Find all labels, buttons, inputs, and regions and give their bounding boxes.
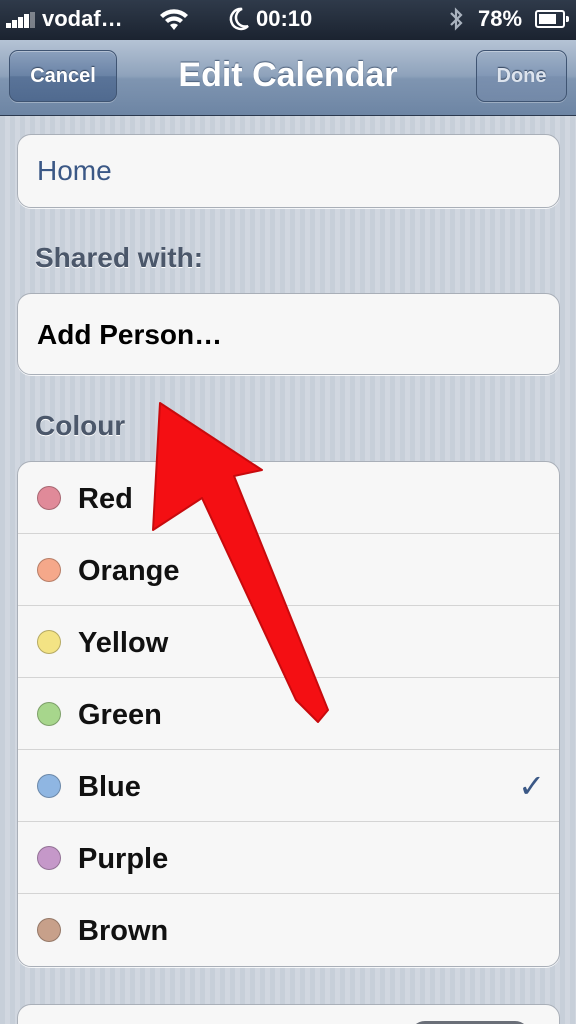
add-person-label: Add Person… (37, 319, 223, 350)
colour-swatch (37, 702, 61, 726)
calendar-name-value: Home (37, 155, 112, 186)
colour-swatch (37, 630, 61, 654)
done-button[interactable]: Done (476, 50, 567, 102)
status-bar: vodaf… 00:10 78% (0, 0, 576, 40)
colour-label: Brown (78, 915, 169, 947)
colour-label: Purple (78, 843, 169, 875)
colour-swatch (37, 846, 61, 870)
colour-option-green[interactable]: Green (18, 678, 559, 750)
signal-icon (6, 12, 36, 28)
next-setting-row[interactable] (17, 1004, 560, 1024)
colour-swatch (37, 558, 61, 582)
navigation-bar: Cancel Edit Calendar Done (0, 40, 576, 116)
checkmark-icon: ✓ (518, 768, 545, 804)
calendar-name-field[interactable]: Home (17, 134, 560, 208)
battery-percentage: 78% (478, 6, 523, 31)
battery-icon (535, 10, 569, 28)
wifi-icon (158, 6, 190, 38)
colour-list: Red Orange Yellow Green Blue ✓ Purple Br… (17, 461, 560, 967)
carrier-name: vodaf… (42, 6, 123, 31)
colour-label: Blue (78, 771, 141, 803)
colour-label: Yellow (78, 627, 169, 659)
colour-label: Red (78, 483, 133, 515)
colour-option-yellow[interactable]: Yellow (18, 606, 559, 678)
clock-time: 00:10 (256, 6, 313, 31)
shared-with-header: Shared with: (35, 242, 204, 273)
colour-swatch (37, 486, 61, 510)
colour-label: Orange (78, 555, 180, 587)
colour-swatch (37, 774, 61, 798)
colour-option-brown[interactable]: Brown (18, 894, 559, 966)
colour-header: Colour (35, 410, 126, 441)
colour-option-red[interactable]: Red (18, 462, 559, 534)
colour-label: Green (78, 699, 162, 731)
bluetooth-icon (447, 6, 465, 38)
colour-option-orange[interactable]: Orange (18, 534, 559, 606)
add-person-button[interactable]: Add Person… (17, 293, 560, 375)
colour-option-blue[interactable]: Blue ✓ (18, 750, 559, 822)
colour-option-purple[interactable]: Purple (18, 822, 559, 894)
moon-icon (228, 6, 250, 38)
colour-swatch (37, 918, 61, 942)
